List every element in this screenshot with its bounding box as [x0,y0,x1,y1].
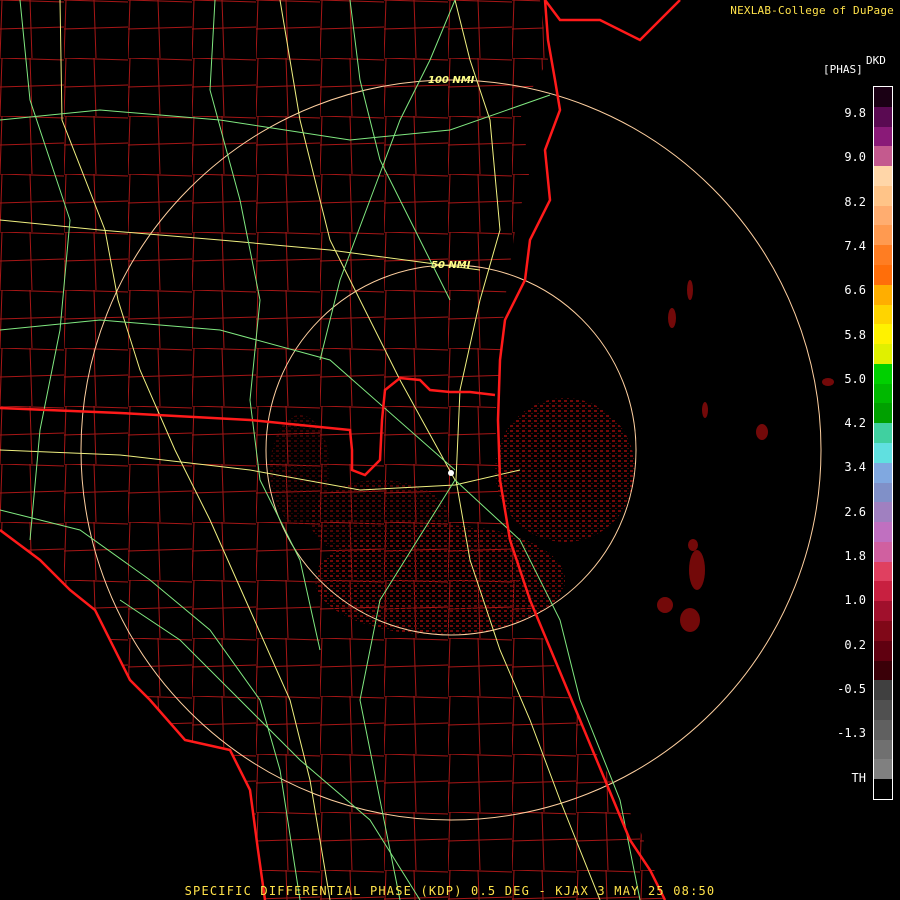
legend-swatch [874,344,892,365]
legend-swatch [874,225,892,246]
units-label: [PHAS] [823,63,863,76]
legend-swatch [874,680,892,701]
legend-swatch [874,640,892,662]
legend-label: TH [851,770,866,785]
legend-swatch [874,265,892,286]
legend-swatch [874,185,892,207]
legend-swatch [874,146,892,167]
color-legend-bar [873,86,893,800]
legend-label: 3.4 [844,460,866,475]
legend-swatch [874,719,892,741]
legend-swatch [874,245,892,266]
legend-label: 6.6 [844,283,866,298]
legend-swatch [874,205,892,226]
legend-swatch [874,324,892,345]
legend-swatch [874,403,892,424]
legend-label: 7.4 [844,238,866,253]
legend-swatch [874,522,892,543]
legend-swatch [874,779,892,800]
radar-map: 100 NMI 50 NMI [0,0,834,900]
legend-swatch [874,383,892,404]
legend-swatch [874,482,892,503]
ring-label-50: 50 NMI [431,260,471,271]
legend-swatch [874,581,892,602]
legend-swatch [874,660,892,681]
legend-swatch [874,621,892,642]
legend-swatch [874,502,892,523]
legend-swatch [874,284,892,306]
legend-label: 4.2 [844,416,866,431]
legend-label: -0.5 [837,681,866,696]
ring-label-100: 100 NMI [428,75,475,86]
legend-label: 1.8 [844,549,866,563]
legend-swatch [874,759,892,780]
legend-swatch [874,423,892,444]
legend-label: 8.2 [844,194,866,209]
legend-swatch [874,462,892,484]
legend-swatch [874,106,892,128]
radar-site [448,470,454,476]
legend-label: 9.0 [844,150,866,165]
legend-label: -1.3 [837,726,866,741]
legend-label: 0.2 [844,637,866,652]
legend-label: 1.0 [844,593,866,608]
legend-swatch [874,166,892,187]
legend-swatch [874,126,892,147]
legend-swatch [874,304,892,325]
legend-label: 5.8 [844,327,866,342]
legend-label: 2.6 [844,504,866,519]
legend-label: 9.8 [844,106,866,120]
product-title: SPECIFIC DIFFERENTIAL PHASE (KDP) 0.5 DE… [184,884,716,898]
legend-swatch [874,739,892,760]
legend-swatch [874,443,892,464]
legend-swatch [874,561,892,582]
legend-swatch [874,363,892,385]
product-code: DKD [866,54,886,67]
legend-swatch [874,700,892,721]
credit-label: NEXLAB-College of DuPage [730,4,894,17]
legend-swatch [874,601,892,622]
legend-label: 5.0 [844,371,866,386]
legend-swatch [874,87,892,108]
legend-swatch [874,541,892,563]
